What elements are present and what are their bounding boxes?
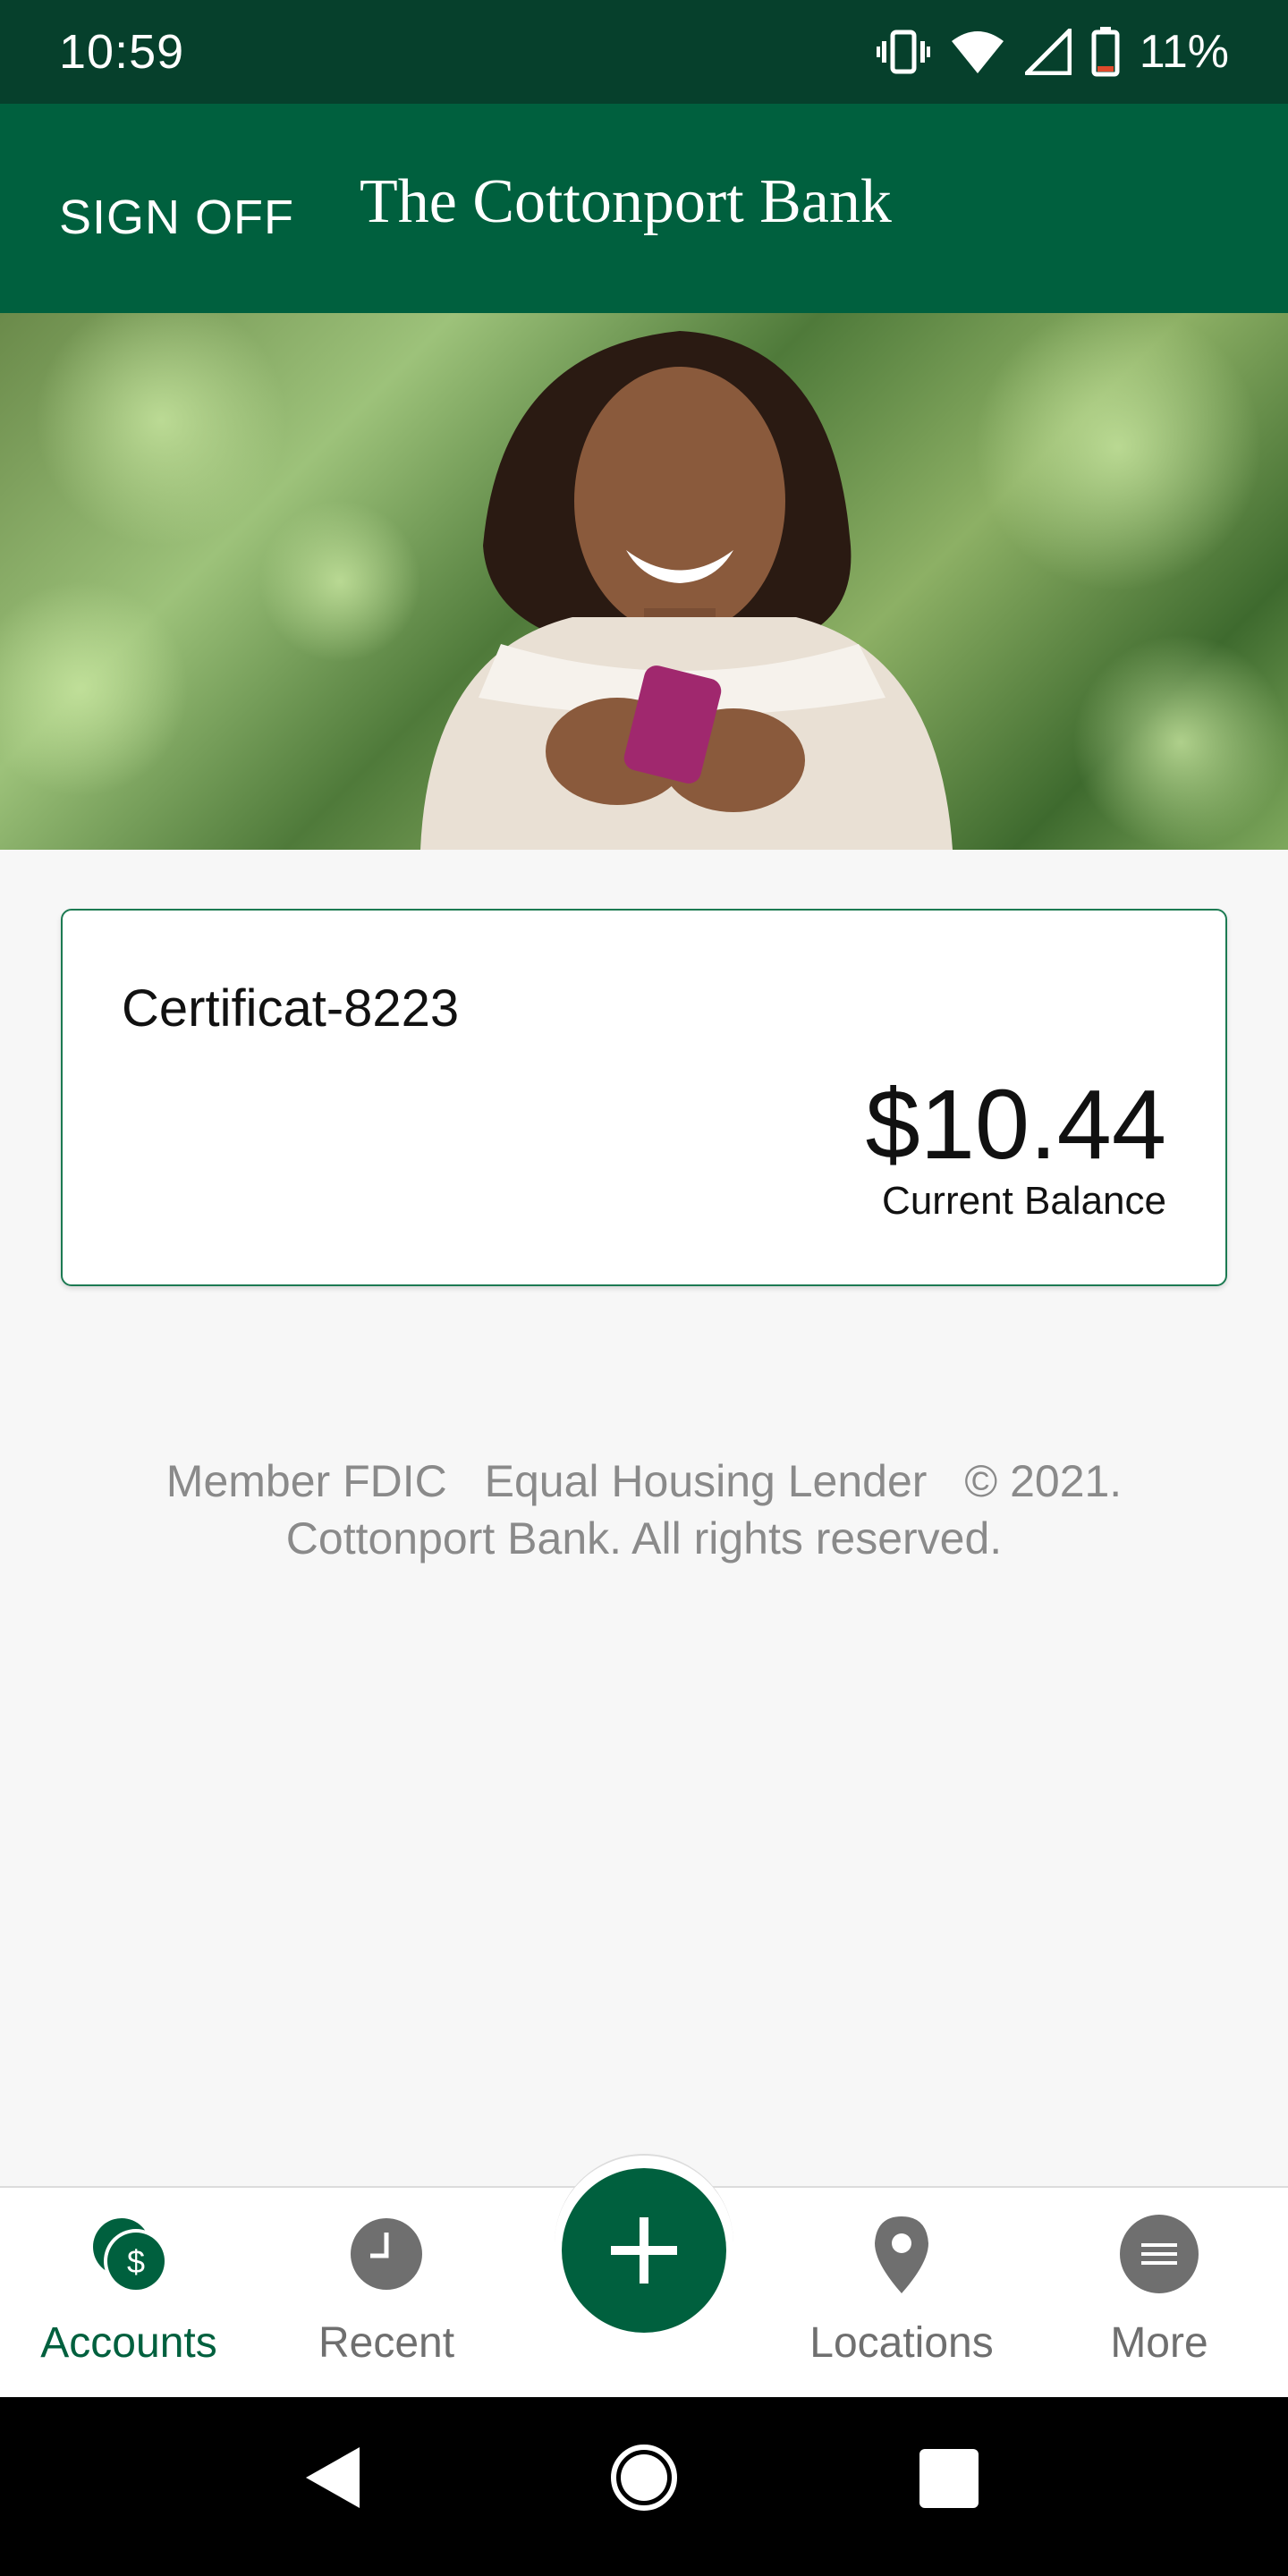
nav-label-locations: Locations [809, 2319, 994, 2367]
accounts-icon: $ [93, 2218, 168, 2293]
signal-icon [1024, 29, 1072, 75]
vibrate-icon [876, 30, 930, 74]
back-icon[interactable] [301, 2442, 363, 2513]
nav-recent[interactable]: Recent [258, 2209, 515, 2388]
copyright-text: © 2021. [964, 1456, 1123, 1506]
nav-accounts[interactable]: $ Accounts [0, 2209, 258, 2388]
rights-text: Cottonport Bank. All rights reserved. [285, 1513, 1003, 1563]
account-name: Certificat-8223 [122, 979, 460, 1038]
nav-locations[interactable]: Locations [773, 2209, 1030, 2388]
wifi-icon [951, 31, 1004, 73]
clock-icon [351, 2218, 422, 2290]
menu-icon [1120, 2215, 1199, 2293]
status-time: 10:59 [59, 25, 185, 79]
home-icon[interactable] [608, 2442, 680, 2513]
nav-label-more: More [1110, 2319, 1208, 2367]
status-icons: 11% [876, 25, 1229, 79]
system-navigation-bar [0, 2397, 1288, 2576]
status-bar: 10:59 11% [0, 0, 1288, 104]
recents-icon[interactable] [918, 2447, 980, 2510]
footer-disclaimer: Member FDIC Equal Housing Lender © 2021.… [89, 1453, 1199, 1567]
account-card[interactable]: Certificat-8223 $10.44 Current Balance [61, 909, 1227, 1286]
battery-icon [1091, 27, 1120, 77]
hero-image [0, 313, 1288, 850]
battery-percent: 11% [1139, 26, 1229, 78]
member-fdic-text: Member FDIC [165, 1456, 447, 1506]
svg-text:$: $ [127, 2243, 145, 2280]
location-pin-icon [875, 2216, 928, 2293]
add-action-button[interactable] [562, 2168, 726, 2333]
nav-label-recent: Recent [318, 2319, 455, 2367]
sign-off-button[interactable]: SIGN OFF [59, 190, 294, 245]
nav-label-accounts: Accounts [40, 2319, 217, 2367]
nav-more[interactable]: More [1030, 2209, 1288, 2388]
balance-label: Current Balance [882, 1179, 1166, 1223]
app-header: SIGN OFF The Cottonport Bank [0, 104, 1288, 313]
plus-icon [611, 2217, 677, 2284]
account-balance: $10.44 [865, 1070, 1166, 1180]
bank-logo-title: The Cottonport Bank [360, 167, 892, 236]
equal-housing-text: Equal Housing Lender [484, 1456, 928, 1506]
